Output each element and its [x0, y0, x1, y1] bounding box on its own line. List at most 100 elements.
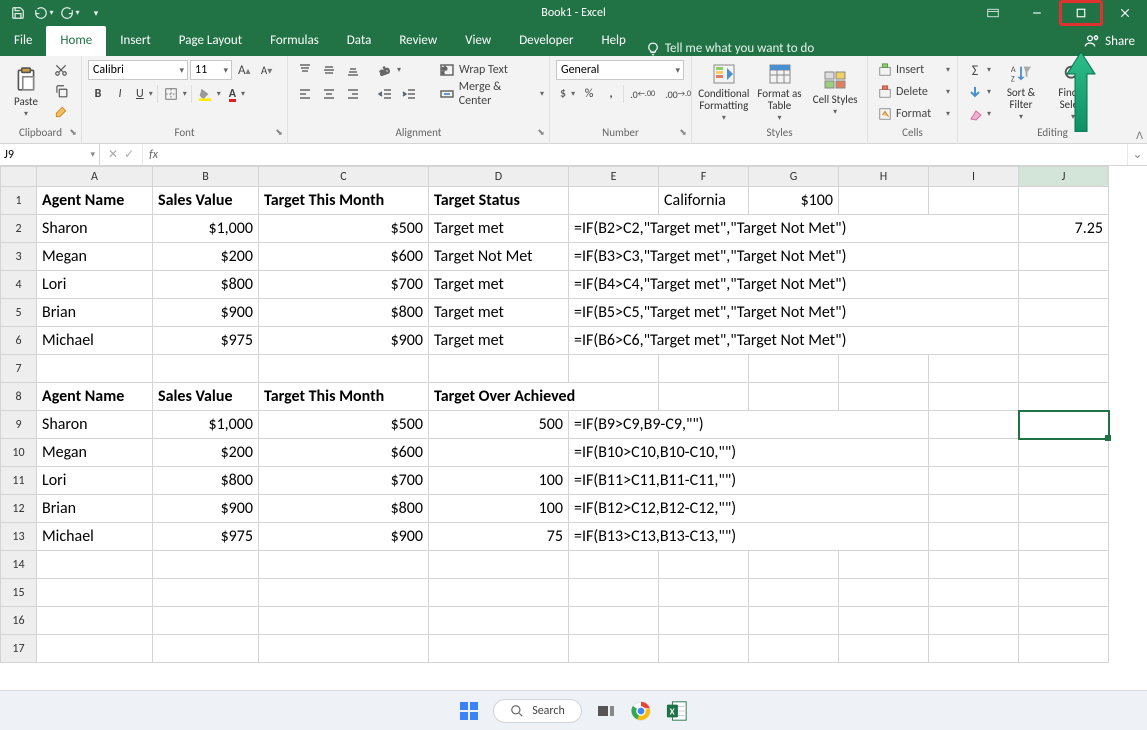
cell[interactable] — [1019, 383, 1109, 411]
cell[interactable] — [1019, 439, 1109, 467]
cell[interactable]: Agent Name — [37, 187, 153, 215]
cell[interactable]: 500 — [429, 411, 569, 439]
cell[interactable] — [37, 551, 153, 579]
cell[interactable] — [929, 411, 1019, 439]
cell[interactable] — [569, 355, 659, 383]
cell[interactable]: $500 — [259, 215, 429, 243]
cell[interactable]: Sales Value — [153, 187, 259, 215]
cell[interactable] — [659, 607, 749, 635]
cell[interactable] — [659, 551, 749, 579]
cell[interactable]: Target Status — [429, 187, 569, 215]
tab-view[interactable]: View — [451, 26, 505, 56]
decrease-indent-button[interactable] — [374, 84, 396, 104]
maximize-button[interactable] — [1059, 0, 1103, 26]
formula-bar-input[interactable] — [164, 144, 1127, 165]
expand-formula-bar-button[interactable]: ⌄ — [1127, 144, 1147, 165]
format-cells-button[interactable]: Format — [874, 104, 952, 124]
clipboard-launcher[interactable]: ⬊ — [67, 126, 79, 138]
name-box[interactable]: J9 — [0, 144, 100, 165]
cell[interactable]: Megan — [37, 243, 153, 271]
font-size-combo[interactable]: 11 — [190, 60, 232, 80]
font-launcher[interactable]: ⬊ — [273, 126, 285, 138]
italic-button[interactable]: I — [110, 84, 130, 104]
cell[interactable] — [1019, 579, 1109, 607]
cell[interactable] — [153, 355, 259, 383]
cell[interactable]: =IF(B6>C6,"Target met","Target Not Met") — [569, 327, 1019, 355]
cell[interactable]: 7.25 — [1019, 215, 1109, 243]
cell[interactable]: $600 — [259, 439, 429, 467]
row-header[interactable]: 14 — [1, 551, 37, 579]
row-header[interactable]: 13 — [1, 523, 37, 551]
tab-formulas[interactable]: Formulas — [256, 26, 333, 56]
cell[interactable] — [749, 635, 839, 663]
cell[interactable]: Target met — [429, 327, 569, 355]
cell[interactable]: Target This Month — [259, 187, 429, 215]
decrease-decimal-button[interactable]: .00→.0 — [661, 84, 695, 104]
cell[interactable] — [37, 355, 153, 383]
tab-help[interactable]: Help — [587, 26, 639, 56]
alignment-launcher[interactable]: ⬊ — [535, 126, 547, 138]
select-all-corner[interactable] — [1, 167, 37, 187]
cell[interactable]: Lori — [37, 467, 153, 495]
cell[interactable] — [929, 495, 1019, 523]
cell[interactable] — [839, 187, 929, 215]
cell[interactable]: Sharon — [37, 215, 153, 243]
cell[interactable]: $900 — [259, 327, 429, 355]
cell[interactable] — [37, 635, 153, 663]
cell[interactable] — [569, 579, 659, 607]
merge-center-button[interactable]: Merge & Center — [436, 84, 546, 104]
align-top-button[interactable] — [294, 60, 316, 80]
cell[interactable] — [749, 579, 839, 607]
redo-button[interactable]: ▾ — [58, 2, 82, 24]
cell[interactable] — [259, 551, 429, 579]
cell[interactable]: Megan — [37, 439, 153, 467]
cell[interactable]: Target met — [429, 299, 569, 327]
increase-font-button[interactable]: A▴ — [234, 60, 255, 80]
cell[interactable]: Target Not Met — [429, 243, 569, 271]
insert-cells-button[interactable]: Insert — [874, 60, 952, 80]
cell[interactable] — [839, 355, 929, 383]
tell-me-search[interactable]: Tell me what you want to do — [646, 41, 814, 56]
cell[interactable]: =IF(B5>C5,"Target met","Target Not Met") — [569, 299, 1019, 327]
cell[interactable]: 100 — [429, 467, 569, 495]
column-header[interactable]: J — [1019, 167, 1109, 187]
cell-styles-button[interactable]: Cell Styles▾ — [809, 60, 861, 124]
align-bottom-button[interactable] — [342, 60, 364, 80]
cell[interactable]: $500 — [259, 411, 429, 439]
format-painter-button[interactable] — [50, 102, 72, 122]
cell[interactable] — [839, 635, 929, 663]
clear-button[interactable] — [964, 104, 993, 124]
cell[interactable]: =IF(B13>C13,B13-C13,"") — [569, 523, 929, 551]
cell[interactable]: =IF(B3>C3,"Target met","Target Not Met") — [569, 243, 1019, 271]
cell[interactable]: Target Over Achieved — [429, 383, 659, 411]
row-header[interactable]: 11 — [1, 467, 37, 495]
cell[interactable] — [429, 355, 569, 383]
cell[interactable]: $975 — [153, 327, 259, 355]
cell[interactable] — [569, 635, 659, 663]
cell[interactable]: Sharon — [37, 411, 153, 439]
cell[interactable]: Lori — [37, 271, 153, 299]
cell[interactable] — [1019, 635, 1109, 663]
cell[interactable] — [429, 579, 569, 607]
decrease-font-button[interactable]: A▾ — [257, 60, 277, 80]
column-header[interactable]: B — [153, 167, 259, 187]
cell[interactable]: $800 — [259, 299, 429, 327]
cell[interactable] — [1019, 523, 1109, 551]
cell[interactable] — [1019, 299, 1109, 327]
row-header[interactable]: 10 — [1, 439, 37, 467]
cell[interactable] — [749, 383, 839, 411]
cell[interactable] — [429, 439, 569, 467]
excel-taskbar-icon[interactable]: X — [666, 700, 688, 722]
cell[interactable]: $800 — [153, 467, 259, 495]
cell[interactable]: $900 — [153, 299, 259, 327]
cell[interactable] — [1019, 607, 1109, 635]
tab-data[interactable]: Data — [333, 26, 386, 56]
cell[interactable] — [153, 579, 259, 607]
row-header[interactable]: 8 — [1, 383, 37, 411]
cell[interactable] — [1019, 327, 1109, 355]
cell[interactable] — [929, 383, 1019, 411]
tab-home[interactable]: Home — [46, 26, 106, 56]
column-header[interactable]: E — [569, 167, 659, 187]
cell[interactable]: California — [659, 187, 749, 215]
cell[interactable] — [749, 355, 839, 383]
